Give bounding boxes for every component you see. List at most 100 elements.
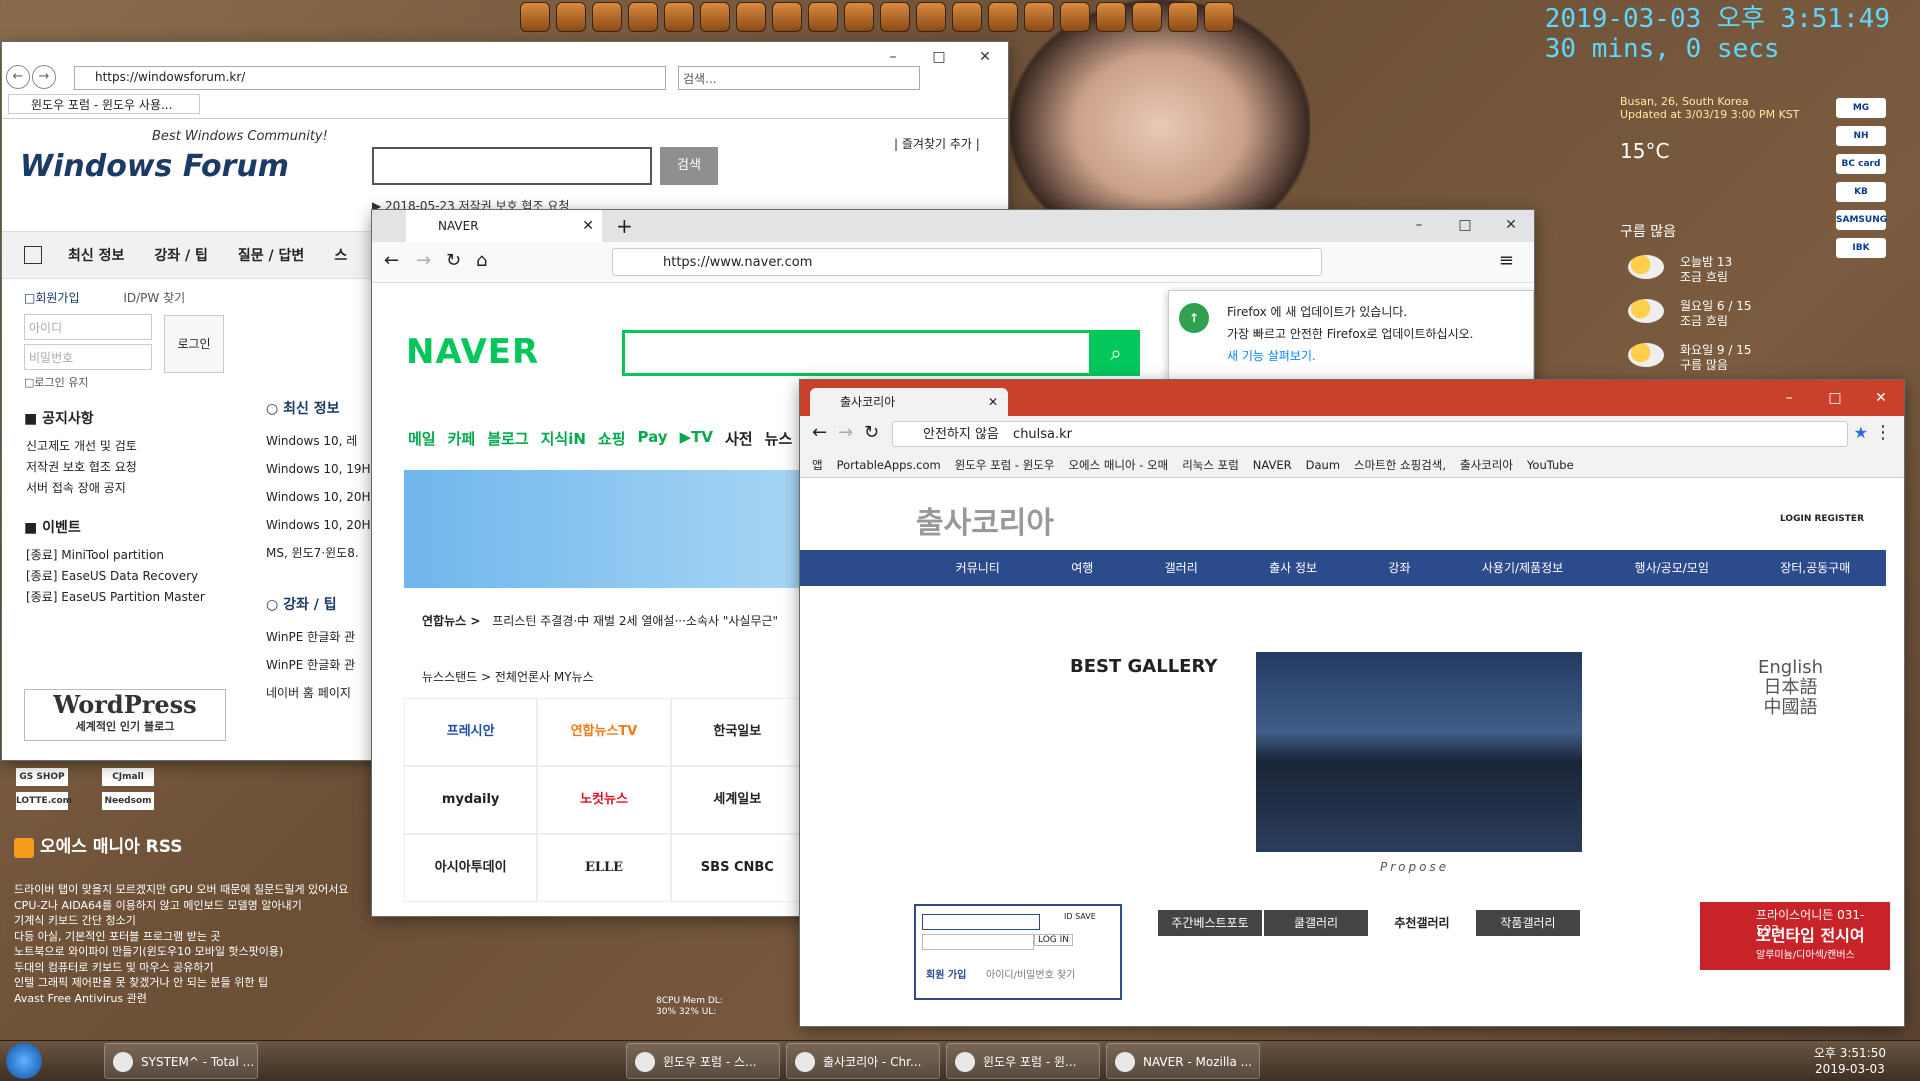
rss-item[interactable]: Avast Free Antivirus 관련: [14, 991, 374, 1007]
start-button[interactable]: [6, 1043, 42, 1079]
ad-banner[interactable]: 프라이스어니든 031-593- 모던타입 전시여 알루미늄/디아섹/캔버스: [1700, 902, 1890, 970]
tips-item[interactable]: 네이버 홈 페이지: [266, 679, 376, 707]
close-icon[interactable]: ✕: [1858, 380, 1904, 416]
password-input[interactable]: 비밀번호: [24, 344, 152, 370]
newsstand-header[interactable]: 뉴스스탠드 > 전체언론사 MY뉴스: [422, 668, 594, 685]
gallery-tab[interactable]: 추천갤러리: [1370, 910, 1474, 936]
nav-item[interactable]: 갤러리: [1165, 550, 1198, 586]
bank-link[interactable]: IBK: [1836, 238, 1886, 258]
reload-icon[interactable]: ↻: [446, 250, 461, 271]
app-shortcut-icon[interactable]: [1168, 2, 1198, 32]
app-shortcut-icon[interactable]: [736, 2, 766, 32]
id-input[interactable]: [922, 914, 1040, 930]
close-icon[interactable]: ✕: [962, 42, 1008, 72]
app-shortcut-icon[interactable]: [592, 2, 622, 32]
service-link[interactable]: 쇼핑: [598, 428, 626, 449]
bookmark-item[interactable]: NAVER: [1253, 452, 1292, 477]
app-shortcut-icon[interactable]: [1096, 2, 1126, 32]
latest-item[interactable]: Windows 10, 19H: [266, 455, 376, 483]
lang-link[interactable]: 中國語: [1758, 698, 1823, 718]
tips-item[interactable]: WinPE 한글화 관: [266, 623, 376, 651]
site-logo[interactable]: Windows Forum: [20, 149, 289, 184]
shop-link[interactable]: GS SHOP: [16, 768, 68, 786]
latest-item[interactable]: Windows 10, 20H: [266, 511, 376, 539]
rss-item[interactable]: 드라이버 탭이 맞을지 모르겠지만 GPU 오버 때문에 질문드릴게 있어서요: [14, 882, 374, 898]
service-link[interactable]: 뉴스: [765, 428, 793, 449]
gallery-tab[interactable]: 주간베스트포토: [1158, 910, 1262, 936]
back-icon[interactable]: ←: [812, 422, 827, 443]
find-link[interactable]: 아이디/비밀번호 찾기: [986, 966, 1075, 981]
password-input[interactable]: [922, 934, 1034, 950]
rss-item[interactable]: CPU-Z나 AIDA64를 이용하지 않고 메인보드 모델명 알아내기: [14, 898, 374, 914]
login-button[interactable]: 로그인: [164, 315, 224, 373]
press-logo[interactable]: ELLE: [537, 834, 671, 902]
bank-link[interactable]: MG: [1836, 98, 1886, 118]
new-tab-icon[interactable]: +: [616, 214, 633, 238]
bookmark-item[interactable]: 스마트한 쇼핑검색,: [1354, 452, 1446, 477]
bookmark-item[interactable]: 리눅스 포럼: [1182, 452, 1239, 477]
menu-item[interactable]: 스: [334, 245, 347, 265]
rss-item[interactable]: 기계식 키보드 간단 청소기: [14, 913, 374, 929]
minimize-icon[interactable]: –: [1766, 380, 1812, 416]
nav-item[interactable]: 커뮤니티: [956, 550, 1000, 586]
nav-item[interactable]: 출사 정보: [1269, 550, 1317, 586]
app-shortcut-icon[interactable]: [700, 2, 730, 32]
site-search-input[interactable]: [372, 147, 652, 185]
nav-item[interactable]: 사용기/제품정보: [1482, 550, 1563, 586]
maximize-icon[interactable]: □: [916, 42, 962, 72]
lang-link[interactable]: 日本語: [1758, 678, 1823, 698]
whats-new-link[interactable]: 새 기능 살펴보기.: [1227, 347, 1316, 364]
bookmark-item[interactable]: 앱: [812, 452, 823, 477]
forward-icon[interactable]: →: [416, 250, 431, 271]
app-shortcut-icon[interactable]: [772, 2, 802, 32]
login-register-links[interactable]: LOGIN REGISTER: [1780, 514, 1864, 524]
app-shortcut-icon[interactable]: [916, 2, 946, 32]
forward-icon[interactable]: →: [32, 65, 56, 89]
id-save-checkbox[interactable]: ID SAVE: [1064, 912, 1096, 921]
bank-link[interactable]: BC card: [1836, 154, 1886, 174]
bookmark-item[interactable]: Daum: [1306, 452, 1340, 477]
bank-link[interactable]: NH: [1836, 126, 1886, 146]
menu-icon[interactable]: ≡: [1499, 250, 1514, 271]
address-bar[interactable]: 안전하지 않음 chulsa.kr: [892, 421, 1848, 447]
latest-item[interactable]: Windows 10, 레: [266, 427, 376, 455]
bank-link[interactable]: KB: [1836, 182, 1886, 202]
taskbar-item[interactable]: 윈도우 포럼 - 스...: [626, 1043, 780, 1079]
firefox-icon[interactable]: [628, 2, 658, 32]
address-bar[interactable]: https://www.naver.com: [612, 248, 1322, 276]
rss-item[interactable]: 다등 아실, 기본적인 포터블 프로그램 받는 곳: [14, 929, 374, 945]
lang-link[interactable]: English: [1758, 658, 1823, 678]
tab-naver[interactable]: NAVER ✕: [406, 210, 602, 242]
forward-icon[interactable]: →: [838, 422, 853, 443]
remember-checkbox[interactable]: □로그인 유지: [24, 374, 229, 390]
app-shortcut-icon[interactable]: [952, 2, 982, 32]
press-logo[interactable]: 아시아투데이: [404, 834, 538, 902]
press-logo[interactable]: mydaily: [404, 766, 538, 834]
app-shortcut-icon[interactable]: [988, 2, 1018, 32]
press-logo[interactable]: 한국일보: [670, 698, 804, 766]
nav-item[interactable]: 행사/공모/모임: [1635, 550, 1709, 586]
join-link[interactable]: 회원 가입: [926, 966, 966, 981]
search-input[interactable]: 검색...: [678, 66, 920, 90]
back-icon[interactable]: ←: [6, 65, 30, 89]
service-link[interactable]: 메일: [408, 428, 436, 449]
close-icon[interactable]: ✕: [1488, 210, 1534, 240]
taskbar-item[interactable]: SYSTEM^ - Total ...: [104, 1043, 258, 1079]
close-tab-icon[interactable]: ✕: [988, 388, 998, 416]
reload-icon[interactable]: ↻: [864, 422, 879, 443]
maximize-icon[interactable]: □: [1442, 210, 1488, 240]
login-button[interactable]: LOG IN: [1034, 934, 1073, 946]
tips-item[interactable]: WinPE 한글화 관: [266, 651, 376, 679]
security-warning[interactable]: 안전하지 않음: [923, 427, 999, 442]
press-logo[interactable]: 노컷뉴스: [537, 766, 671, 834]
shop-link[interactable]: LOTTE.com: [16, 792, 72, 810]
menu-item[interactable]: 강좌 / 팁: [154, 245, 208, 265]
press-logo[interactable]: 프레시안: [404, 698, 538, 766]
shop-link[interactable]: CJmall: [102, 768, 154, 786]
close-tab-icon[interactable]: ✕: [582, 210, 594, 242]
address-bar[interactable]: https://windowsforum.kr/: [74, 66, 666, 90]
latest-item[interactable]: MS, 윈도7·윈도8.: [266, 539, 376, 567]
maximize-icon[interactable]: □: [1812, 380, 1858, 416]
bookmark-item[interactable]: 윈도우 포럼 - 윈도우: [955, 452, 1055, 477]
bookmark-item[interactable]: 오에스 매니아 - 오매: [1068, 452, 1168, 477]
